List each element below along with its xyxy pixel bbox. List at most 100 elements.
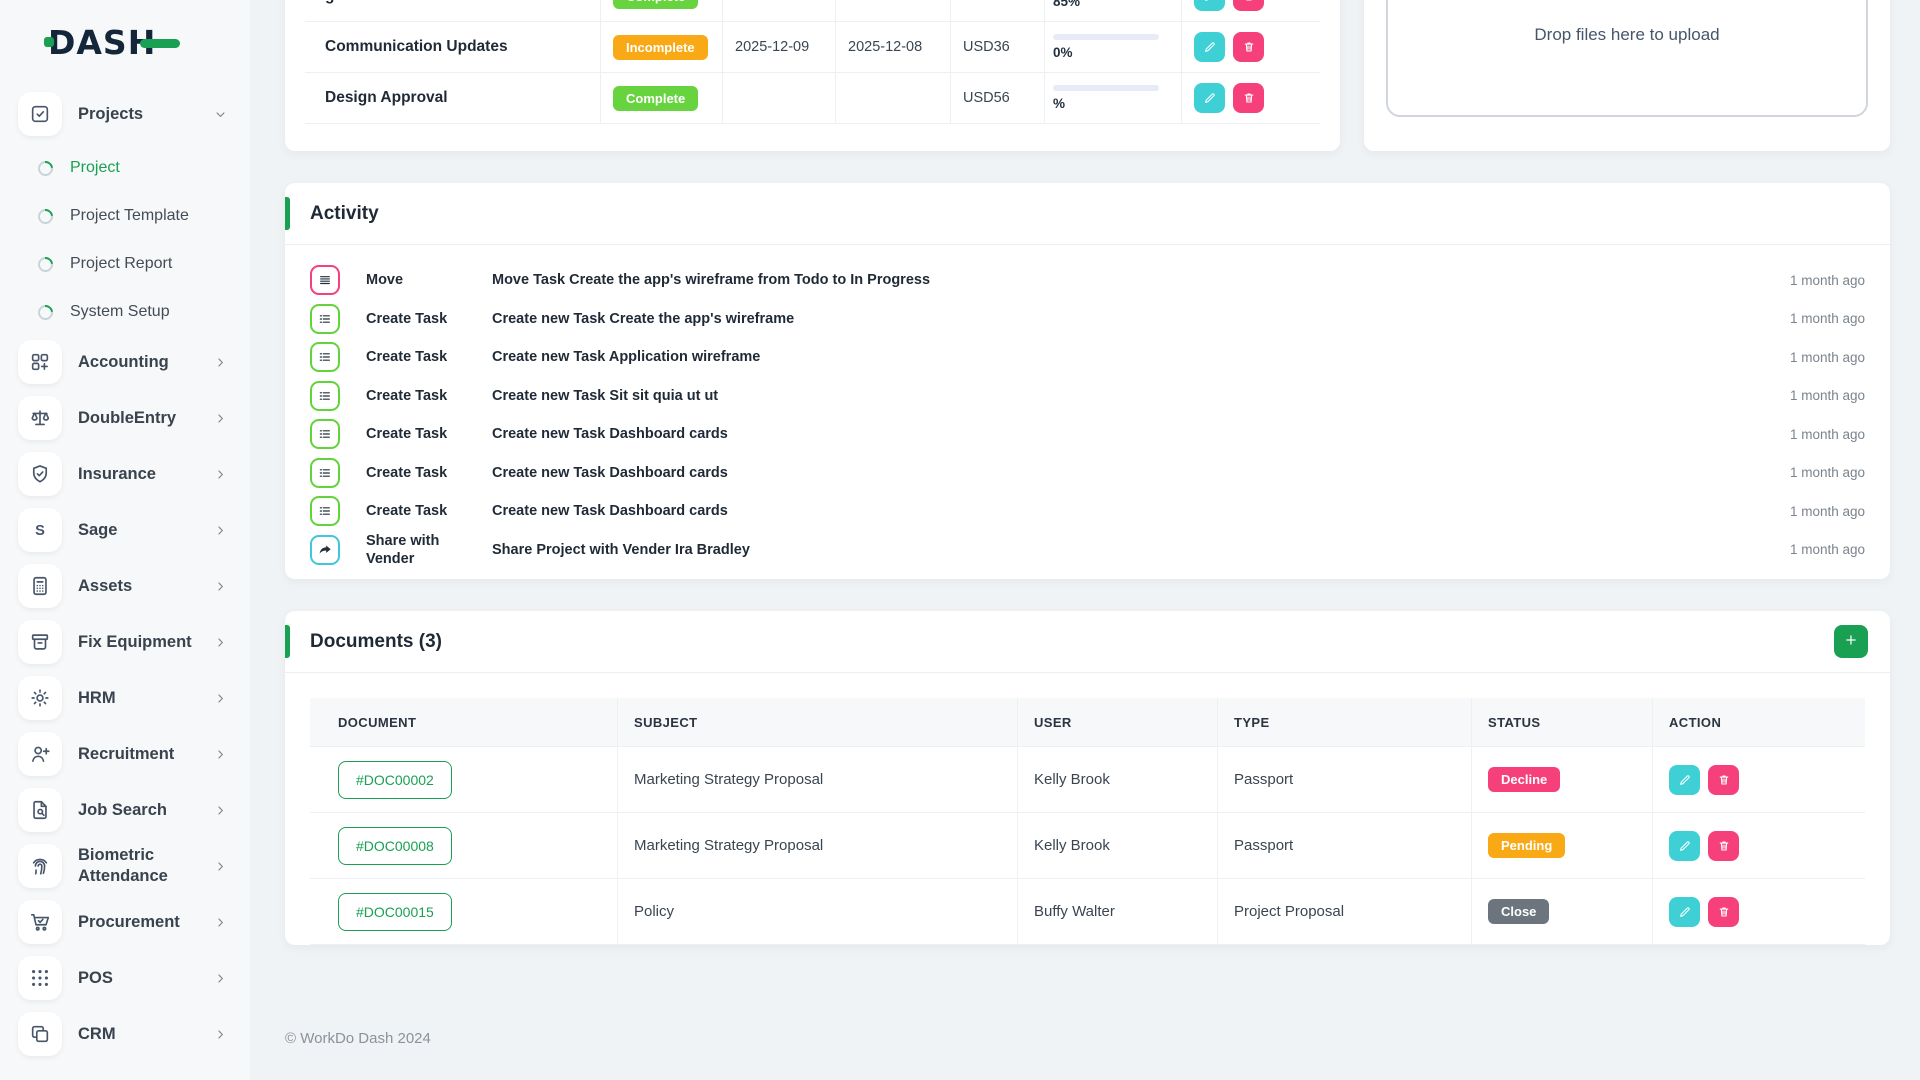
document-id-cell: #DOC00002 (310, 747, 618, 812)
task-status-cell: Complete (601, 0, 723, 21)
edit-button[interactable] (1194, 83, 1225, 113)
sidebar-subitem-system-setup[interactable]: System Setup (32, 292, 250, 332)
task-cost: USD56 (951, 73, 1045, 123)
doc-search-icon (18, 788, 62, 832)
document-id-button[interactable]: #DOC00008 (338, 827, 452, 865)
copy-icon (18, 1012, 62, 1056)
letter-s-icon: S (18, 508, 62, 552)
sidebar-item-projects[interactable]: Projects (18, 92, 250, 136)
delete-button[interactable] (1233, 83, 1264, 113)
sidebar-item-pos[interactable]: POS (18, 956, 250, 1000)
edit-button[interactable] (1669, 831, 1700, 861)
progress-bar (1053, 85, 1159, 91)
document-id-button[interactable]: #DOC00015 (338, 893, 452, 931)
sidebar-item-recruitment[interactable]: Recruitment (18, 732, 250, 776)
activity-timestamp: 1 month ago (1715, 273, 1865, 288)
sidebar-item-crm[interactable]: CRM (18, 1012, 250, 1056)
logo-dot-icon (44, 37, 54, 47)
loader-icon (35, 253, 56, 274)
sidebar-nav: Projects Project Project Template Project R… (18, 92, 250, 1056)
document-row: #DOC00008Marketing Strategy ProposalKell… (310, 812, 1865, 878)
delete-button[interactable] (1708, 897, 1739, 927)
task-name: Communication Updates (305, 22, 601, 72)
document-subject: Marketing Strategy Proposal (618, 747, 1018, 812)
document-status-cell: Pending (1472, 813, 1653, 878)
task-row: Design Approval Complete USD56% (305, 72, 1320, 124)
status-badge: Incomplete (613, 35, 708, 60)
top-row: gComplete85%Communication Updates Incompl… (285, 0, 1890, 151)
document-status-cell: Close (1472, 879, 1653, 944)
activity-timestamp: 1 month ago (1715, 542, 1865, 557)
status-badge: Decline (1488, 767, 1560, 792)
file-dropzone[interactable]: Drop files here to upload (1386, 0, 1868, 117)
sidebar-item-sage[interactable]: SSage (18, 508, 250, 552)
task-row: gComplete85% (305, 0, 1320, 21)
sidebar-item-job-search[interactable]: Job Search (18, 788, 250, 832)
edit-button[interactable] (1669, 897, 1700, 927)
delete-button[interactable] (1708, 765, 1739, 795)
activity-description: Move Task Create the app's wireframe fro… (492, 271, 1715, 289)
activity-description: Create new Task Dashboard cards (492, 502, 1715, 520)
loader-icon (35, 157, 56, 178)
delete-button[interactable] (1233, 0, 1264, 11)
documents-table: DOCUMENTSUBJECTUSERTYPESTATUSACTION #DOC… (310, 698, 1865, 945)
status-badge: Close (1488, 899, 1549, 924)
task-progress-cell: 0% (1045, 22, 1182, 72)
chevron-right-icon (213, 523, 228, 538)
task-due-date (836, 73, 951, 123)
sidebar-item-doubleentry[interactable]: DoubleEntry (18, 396, 250, 440)
app-logo[interactable]: DASH (18, 14, 250, 70)
sidebar-item-fix-equipment[interactable]: Fix Equipment (18, 620, 250, 664)
document-subject: Marketing Strategy Proposal (618, 813, 1018, 878)
task-due-date: 2025-12-08 (836, 22, 951, 72)
activity-description: Create new Task Dashboard cards (492, 425, 1715, 443)
document-id-button[interactable]: #DOC00002 (338, 761, 452, 799)
sidebar-subitem-project[interactable]: Project (32, 148, 250, 188)
user-plus-icon (18, 732, 62, 776)
sidebar-item-procurement[interactable]: Procurement (18, 900, 250, 944)
add-document-button[interactable] (1834, 625, 1868, 658)
activity-header: Activity (285, 183, 1890, 245)
document-id-cell: #DOC00015 (310, 879, 618, 944)
sidebar-subitem-project-report[interactable]: Project Report (32, 244, 250, 284)
edit-button[interactable] (1194, 0, 1225, 11)
checklist-icon (310, 458, 340, 488)
app-root: DASH ProjectsProjectProject TemplateProj… (0, 0, 1920, 1080)
documents-column-header: DOCUMENT (310, 698, 618, 746)
documents-column-header: USER (1018, 698, 1218, 746)
checklist-icon (310, 342, 340, 372)
activity-description: Create new Task Dashboard cards (492, 464, 1715, 482)
sidebar-item-hrm[interactable]: HRM (18, 676, 250, 720)
document-actions (1653, 747, 1865, 812)
task-start-date: 2025-12-09 (723, 22, 836, 72)
checklist-icon (310, 419, 340, 449)
edit-button[interactable] (1669, 765, 1700, 795)
status-badge: Complete (613, 86, 698, 111)
sidebar-subitem-project-template[interactable]: Project Template (32, 196, 250, 236)
sidebar-item-accounting[interactable]: Accounting (18, 340, 250, 384)
sidebar-item-assets[interactable]: Assets (18, 564, 250, 608)
sidebar-item-biometric-attendance[interactable]: Biometric Attendance (18, 844, 250, 888)
document-actions (1653, 813, 1865, 878)
activity-description: Create new Task Application wireframe (492, 348, 1715, 366)
delete-button[interactable] (1233, 32, 1264, 62)
task-name: Design Approval (305, 73, 601, 123)
chevron-right-icon (213, 635, 228, 650)
sidebar-item-insurance[interactable]: Insurance (18, 452, 250, 496)
menu-icon (310, 265, 340, 295)
progress-bar (1053, 34, 1159, 40)
edit-button[interactable] (1194, 32, 1225, 62)
delete-button[interactable] (1708, 831, 1739, 861)
chevron-right-icon (213, 355, 228, 370)
activity-card: Activity MoveMove Task Create the app's … (285, 183, 1890, 579)
activity-action: Create Task (366, 425, 492, 443)
document-row: #DOC00002Marketing Strategy ProposalKell… (310, 746, 1865, 812)
task-actions (1182, 73, 1320, 123)
task-progress-cell: % (1045, 73, 1182, 123)
task-name: g (305, 0, 601, 21)
tasks-table: gComplete85%Communication Updates Incompl… (305, 0, 1320, 124)
fingerprint-icon (18, 844, 62, 888)
task-due-date (836, 0, 951, 21)
share-icon (310, 535, 340, 565)
activity-action: Create Task (366, 502, 492, 520)
